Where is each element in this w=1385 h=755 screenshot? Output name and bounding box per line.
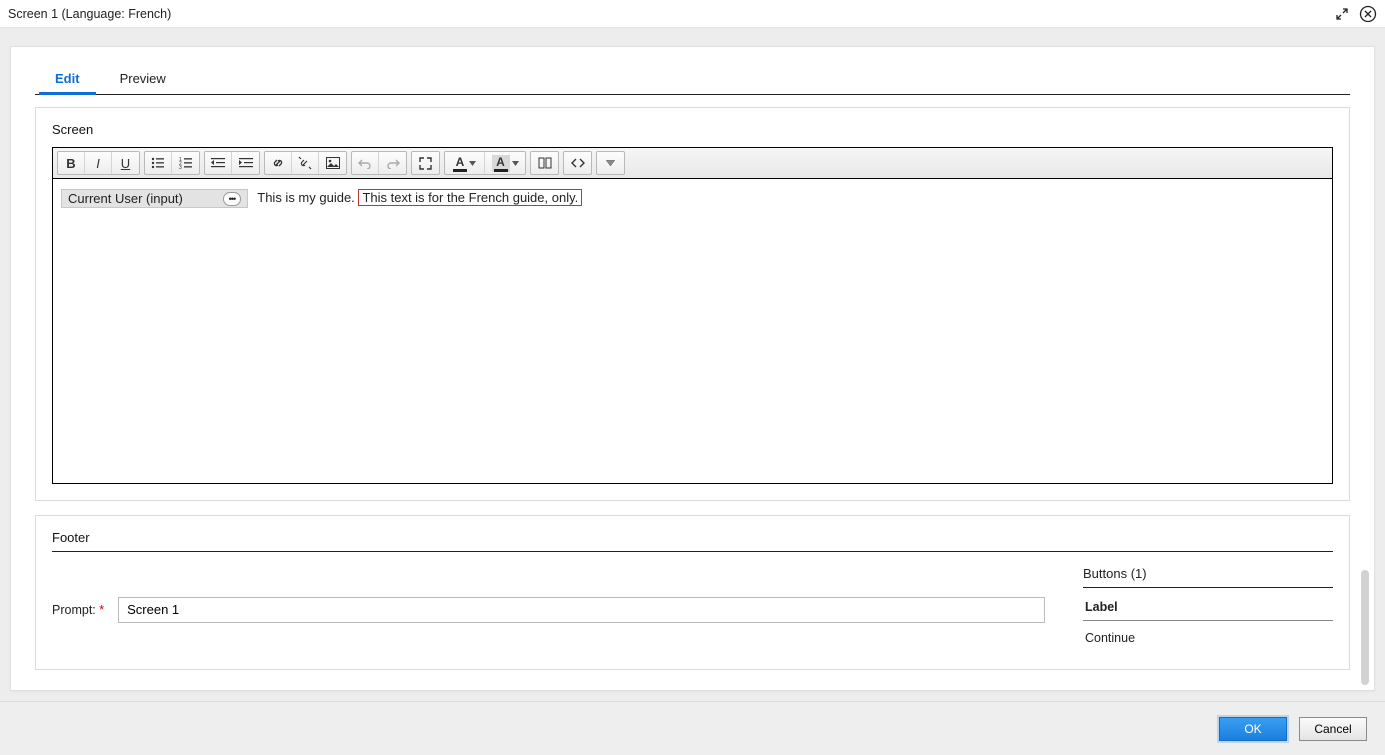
prompt-label: Prompt: * <box>52 603 104 617</box>
tab-edit[interactable]: Edit <box>35 61 100 94</box>
source-icon[interactable] <box>564 152 591 174</box>
cancel-button[interactable]: Cancel <box>1299 717 1367 741</box>
more-group <box>596 151 625 175</box>
prompt-row: Prompt: * <box>52 566 1045 653</box>
highlight-color-icon[interactable]: A <box>485 152 525 174</box>
indent-icon[interactable] <box>232 152 259 174</box>
source-group <box>563 151 592 175</box>
editor: B I U 123 <box>52 147 1333 484</box>
maximize-icon[interactable] <box>412 152 439 174</box>
undo-icon[interactable] <box>352 152 379 174</box>
titlebar: Screen 1 (Language: French) <box>0 0 1385 28</box>
unlink-icon[interactable] <box>292 152 319 174</box>
window-title: Screen 1 (Language: French) <box>6 7 171 21</box>
list-group: 123 <box>144 151 200 175</box>
svg-text:3: 3 <box>179 165 182 169</box>
indent-group <box>204 151 260 175</box>
expand-icon[interactable] <box>1335 7 1349 21</box>
italic-icon[interactable]: I <box>85 152 112 174</box>
screen-card: Screen B I U 123 <box>35 107 1350 501</box>
buttons-column: Buttons (1) Label Continue <box>1083 566 1333 653</box>
editor-text-highlighted: This text is for the French guide, only. <box>358 189 582 206</box>
footer-card: Footer Prompt: * Buttons (1) Label Conti… <box>35 515 1350 670</box>
redo-icon[interactable] <box>379 152 406 174</box>
textcolor-group: A A <box>444 151 526 175</box>
link-icon[interactable] <box>265 152 292 174</box>
numbered-list-icon[interactable]: 123 <box>172 152 199 174</box>
buttons-label-header: Label <box>1083 592 1333 621</box>
dialog-button-bar: OK Cancel <box>0 701 1385 755</box>
text-color-icon[interactable]: A <box>445 152 485 174</box>
underline-icon[interactable]: U <box>112 152 139 174</box>
outdent-icon[interactable] <box>205 152 232 174</box>
ok-button[interactable]: OK <box>1219 717 1287 741</box>
undo-group <box>351 151 407 175</box>
close-icon[interactable] <box>1359 5 1377 23</box>
footer-heading: Footer <box>52 530 1333 545</box>
merge-field-chip[interactable]: Current User (input) ••• <box>61 189 248 208</box>
format-group: B I U <box>57 151 140 175</box>
tab-bar: Edit Preview <box>35 61 1350 95</box>
main-panel: Edit Preview Screen B I U <box>10 46 1375 691</box>
insert-group <box>264 151 347 175</box>
required-indicator: * <box>99 603 104 617</box>
titlebar-actions <box>1335 5 1379 23</box>
svg-text:2: 2 <box>179 161 182 167</box>
editor-toolbar: B I U 123 <box>53 148 1332 179</box>
cards: Screen B I U 123 <box>11 95 1374 690</box>
chip-label: Current User (input) <box>68 191 183 206</box>
editor-text: This is my guide. <box>257 190 355 205</box>
prompt-input[interactable] <box>118 597 1045 623</box>
editor-body[interactable]: Current User (input) ••• This is my guid… <box>53 179 1332 465</box>
svg-text:1: 1 <box>179 157 182 163</box>
scrollbar[interactable] <box>1361 570 1369 685</box>
image-icon[interactable] <box>319 152 346 174</box>
dialog-body: Edit Preview Screen B I U <box>0 28 1385 701</box>
tab-preview[interactable]: Preview <box>100 61 186 94</box>
bulleted-list-icon[interactable] <box>145 152 172 174</box>
buttons-heading: Buttons (1) <box>1083 566 1333 588</box>
maximize-group <box>411 151 440 175</box>
chip-ellipsis-icon[interactable]: ••• <box>223 192 241 206</box>
find-replace-icon[interactable] <box>531 152 558 174</box>
find-group <box>530 151 559 175</box>
button-item[interactable]: Continue <box>1083 621 1333 653</box>
screen-heading: Screen <box>52 122 1333 137</box>
more-icon[interactable] <box>597 152 624 174</box>
bold-icon[interactable]: B <box>58 152 85 174</box>
